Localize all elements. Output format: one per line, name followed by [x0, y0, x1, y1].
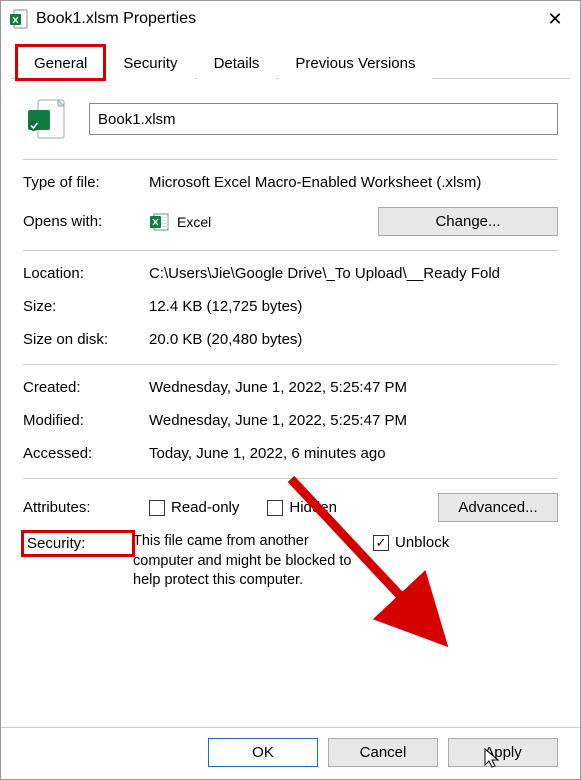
- accessed-label: Accessed:: [23, 445, 149, 462]
- created-value: Wednesday, June 1, 2022, 5:25:47 PM: [149, 379, 558, 396]
- size-value: 12.4 KB (12,725 bytes): [149, 298, 558, 315]
- opens-with-value: Excel: [177, 214, 211, 230]
- opens-with-label: Opens with:: [23, 213, 149, 230]
- divider: [23, 250, 558, 251]
- modified-label: Modified:: [23, 412, 149, 429]
- security-section-label: Security:: [23, 532, 133, 555]
- unblock-checkbox[interactable]: ✓ Unblock: [373, 534, 449, 551]
- created-label: Created:: [23, 379, 149, 396]
- advanced-button[interactable]: Advanced...: [438, 493, 558, 522]
- tab-details[interactable]: Details: [197, 46, 277, 79]
- file-type-icon: [23, 95, 71, 143]
- type-of-file-value: Microsoft Excel Macro-Enabled Worksheet …: [149, 174, 558, 191]
- tab-strip: General Security Details Previous Versio…: [11, 45, 570, 79]
- excel-app-icon: [149, 212, 169, 232]
- checkbox-checked-icon: ✓: [373, 535, 389, 551]
- divider: [23, 478, 558, 479]
- tab-general[interactable]: General: [17, 46, 104, 79]
- location-label: Location:: [23, 265, 149, 282]
- size-on-disk-label: Size on disk:: [23, 331, 149, 348]
- security-text: This file came from another computer and…: [133, 532, 373, 591]
- cancel-button[interactable]: Cancel: [328, 738, 438, 767]
- filename-input[interactable]: [89, 103, 558, 135]
- hidden-checkbox[interactable]: Hidden: [267, 499, 337, 516]
- readonly-label: Read-only: [171, 499, 239, 516]
- close-button[interactable]: ✕: [540, 9, 570, 30]
- divider: [23, 364, 558, 365]
- apply-button[interactable]: Apply: [448, 738, 558, 767]
- tab-security[interactable]: Security: [106, 46, 194, 79]
- excel-file-icon: [9, 9, 29, 29]
- unblock-label: Unblock: [395, 534, 449, 551]
- type-of-file-label: Type of file:: [23, 174, 149, 191]
- divider: [23, 159, 558, 160]
- readonly-checkbox[interactable]: Read-only: [149, 499, 239, 516]
- location-value: C:\Users\Jie\Google Drive\_To Upload\__R…: [149, 265, 558, 282]
- hidden-label: Hidden: [289, 499, 337, 516]
- size-on-disk-value: 20.0 KB (20,480 bytes): [149, 331, 558, 348]
- change-button[interactable]: Change...: [378, 207, 558, 236]
- size-label: Size:: [23, 298, 149, 315]
- ok-button[interactable]: OK: [208, 738, 318, 767]
- checkbox-icon: [149, 500, 165, 516]
- checkbox-icon: [267, 500, 283, 516]
- modified-value: Wednesday, June 1, 2022, 5:25:47 PM: [149, 412, 558, 429]
- tab-previous-versions[interactable]: Previous Versions: [278, 46, 432, 79]
- attributes-label: Attributes:: [23, 499, 149, 516]
- window-title: Book1.xlsm Properties: [36, 10, 540, 28]
- accessed-value: Today, June 1, 2022, 6 minutes ago: [149, 445, 558, 462]
